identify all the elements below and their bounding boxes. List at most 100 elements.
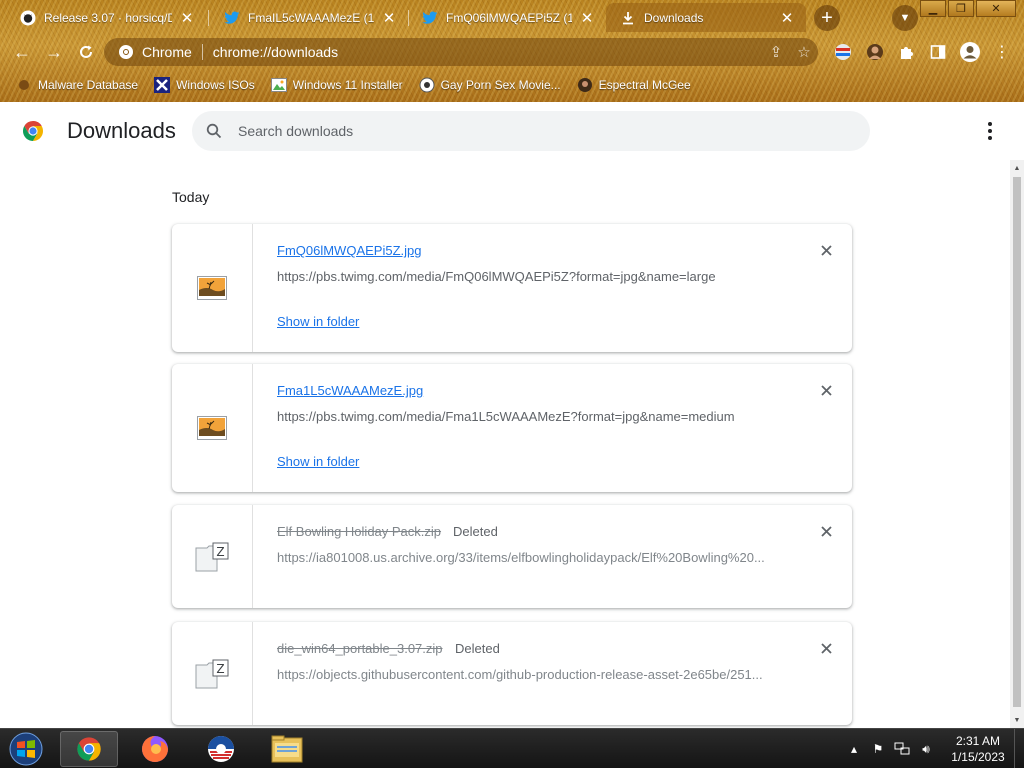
chevron-down-icon: ▼: [899, 12, 911, 24]
minimize-icon: ▁: [928, 3, 938, 15]
reload-button[interactable]: [74, 40, 98, 64]
taskbar-app[interactable]: [192, 731, 250, 767]
volume-icon[interactable]: 🔊︎: [916, 739, 936, 759]
chrome-icon: [77, 737, 101, 761]
toolbar: ← → Chrome chrome://downloads ⇪ ☆ ⋮: [0, 34, 1024, 70]
new-tab-button[interactable]: +: [814, 5, 840, 31]
file-name-link[interactable]: FmQ06lMWQAEPi5Z.jpg: [277, 243, 421, 258]
source-url: https://pbs.twimg.com/media/Fma1L5cWAAAM…: [277, 409, 735, 424]
address-bar[interactable]: Chrome chrome://downloads ⇪ ☆: [104, 38, 818, 66]
vertical-scrollbar[interactable]: ▲ ▼: [1010, 160, 1024, 728]
image-file-icon: [197, 416, 227, 440]
close-icon: ✕: [991, 3, 1001, 15]
tab-downloads[interactable]: Downloads ✕: [606, 3, 806, 32]
side-panel-icon[interactable]: [929, 43, 947, 61]
start-button[interactable]: [0, 731, 52, 767]
status-label: Deleted: [455, 641, 500, 656]
browser-frame: Release 3.07 · horsicq/DIE ✕ FmaIL5cWAAA…: [0, 0, 1024, 102]
bookmark-label: Malware Database: [38, 78, 139, 92]
show-desktop-button[interactable]: [1014, 729, 1024, 768]
close-icon: [820, 384, 832, 396]
download-icon: [620, 10, 636, 26]
tab-github-release[interactable]: Release 3.07 · horsicq/DIE ✕: [6, 3, 206, 32]
close-icon[interactable]: ✕: [178, 9, 196, 27]
search-box[interactable]: [192, 111, 870, 151]
circle-logo-icon: [208, 736, 234, 762]
twitter-icon: [224, 10, 240, 26]
show-in-folder-link[interactable]: Show in folder: [277, 454, 359, 469]
tab-twitter-image-2[interactable]: FmQ06lMWQAEPi5Z (19 ✕: [408, 3, 606, 32]
plus-icon: +: [821, 6, 833, 29]
download-item: Fma1L5cWAAAMezE.jpg https://pbs.twimg.co…: [172, 364, 852, 492]
extension-flag-icon[interactable]: [834, 43, 852, 61]
bookmark-windows-11-installer[interactable]: Windows 11 Installer: [270, 77, 403, 93]
extensions-puzzle-icon[interactable]: [898, 43, 916, 61]
download-item: FmQ06lMWQAEPi5Z.jpg https://pbs.twimg.co…: [172, 224, 852, 352]
bookmark-malware-database[interactable]: Malware Database: [16, 77, 138, 93]
close-icon[interactable]: ✕: [578, 9, 596, 27]
site-name: Chrome: [142, 44, 192, 60]
taskbar-chrome[interactable]: [60, 731, 118, 767]
close-window-button[interactable]: ✕: [976, 0, 1016, 17]
browser-menu-icon[interactable]: ⋮: [993, 43, 1011, 61]
search-input[interactable]: [238, 123, 838, 139]
share-icon[interactable]: ⇪: [762, 38, 790, 66]
page-header: Downloads: [0, 102, 1024, 160]
bookmark-site[interactable]: Gay Porn Sex Movie...: [419, 77, 561, 93]
back-button[interactable]: ←: [10, 40, 34, 64]
bookmark-label: Espectral McGee: [598, 78, 691, 92]
taskbar-firefox[interactable]: [126, 731, 184, 767]
search-icon: [204, 121, 224, 141]
folder-icon: [271, 735, 303, 763]
more-actions-menu-icon[interactable]: [980, 120, 1000, 142]
scroll-down-icon[interactable]: ▼: [1013, 716, 1021, 724]
remove-from-list-button[interactable]: [818, 523, 834, 539]
tab-title: Downloads: [644, 10, 704, 25]
minimize-button[interactable]: ▁: [920, 0, 946, 17]
bookmark-star-icon[interactable]: ☆: [790, 38, 818, 66]
clock-date: 1/15/2023: [951, 750, 1005, 764]
arrow-left-icon: ←: [13, 41, 31, 62]
taskbar-file-explorer[interactable]: [258, 731, 316, 767]
close-icon[interactable]: ✕: [380, 9, 398, 27]
status-label: Deleted: [453, 524, 498, 539]
system-tray: ▴ ⚑ 🔊︎ 2:31 AM 1/15/2023: [844, 729, 1024, 768]
remove-from-list-button[interactable]: [818, 640, 834, 656]
tab-strip: Release 3.07 · horsicq/DIE ✕ FmaIL5cWAAA…: [0, 0, 1024, 34]
network-icon[interactable]: [892, 739, 912, 759]
remove-from-list-button[interactable]: [818, 242, 834, 258]
file-thumbnail: Z: [172, 622, 253, 725]
tab-separator: [208, 10, 209, 26]
bookmark-label: Windows 11 Installer: [292, 78, 403, 92]
remove-from-list-button[interactable]: [818, 382, 834, 398]
downloads-page: Downloads Today FmQ06lMWQAEPi5Z.jpg http…: [0, 102, 1024, 728]
tab-search-button[interactable]: ▼: [892, 5, 918, 31]
bookmark-windows-isos[interactable]: Windows ISOs: [154, 77, 255, 93]
zip-file-icon: Z: [195, 542, 229, 571]
url-text[interactable]: chrome://downloads: [213, 44, 762, 60]
file-name-link[interactable]: Fma1L5cWAAAMezE.jpg: [277, 383, 423, 398]
windows-start-icon: [9, 732, 43, 766]
flag-icon[interactable]: ⚑: [868, 739, 888, 759]
close-icon[interactable]: ✕: [778, 9, 796, 27]
bookmark-espectral-mcgee[interactable]: Espectral McGee: [577, 77, 691, 93]
tab-title: FmaIL5cWAAAMezE (107: [248, 10, 374, 25]
forward-button[interactable]: →: [42, 40, 66, 64]
bookmarks-bar: Malware Database Windows ISOs Windows 11…: [0, 72, 1024, 98]
date-section-label: Today: [172, 189, 210, 205]
twitter-icon: [422, 10, 438, 26]
tab-twitter-image-1[interactable]: FmaIL5cWAAAMezE (107 ✕: [210, 3, 408, 32]
scrollbar-thumb[interactable]: [1013, 177, 1021, 707]
arrow-right-icon: →: [45, 41, 63, 62]
restore-button[interactable]: ❐: [948, 0, 974, 17]
page-title: Downloads: [67, 118, 176, 143]
profile-avatar-icon[interactable]: [959, 41, 981, 63]
show-in-folder-link[interactable]: Show in folder: [277, 314, 359, 329]
tab-title: Release 3.07 · horsicq/DIE: [44, 10, 172, 25]
extension-avatar-icon[interactable]: [866, 43, 884, 61]
chrome-icon: [118, 44, 134, 60]
chevron-up-icon[interactable]: ▴: [844, 739, 864, 759]
bookmark-label: Gay Porn Sex Movie...: [440, 78, 561, 92]
scroll-up-icon[interactable]: ▲: [1013, 164, 1021, 172]
clock[interactable]: 2:31 AM 1/15/2023: [946, 733, 1010, 765]
